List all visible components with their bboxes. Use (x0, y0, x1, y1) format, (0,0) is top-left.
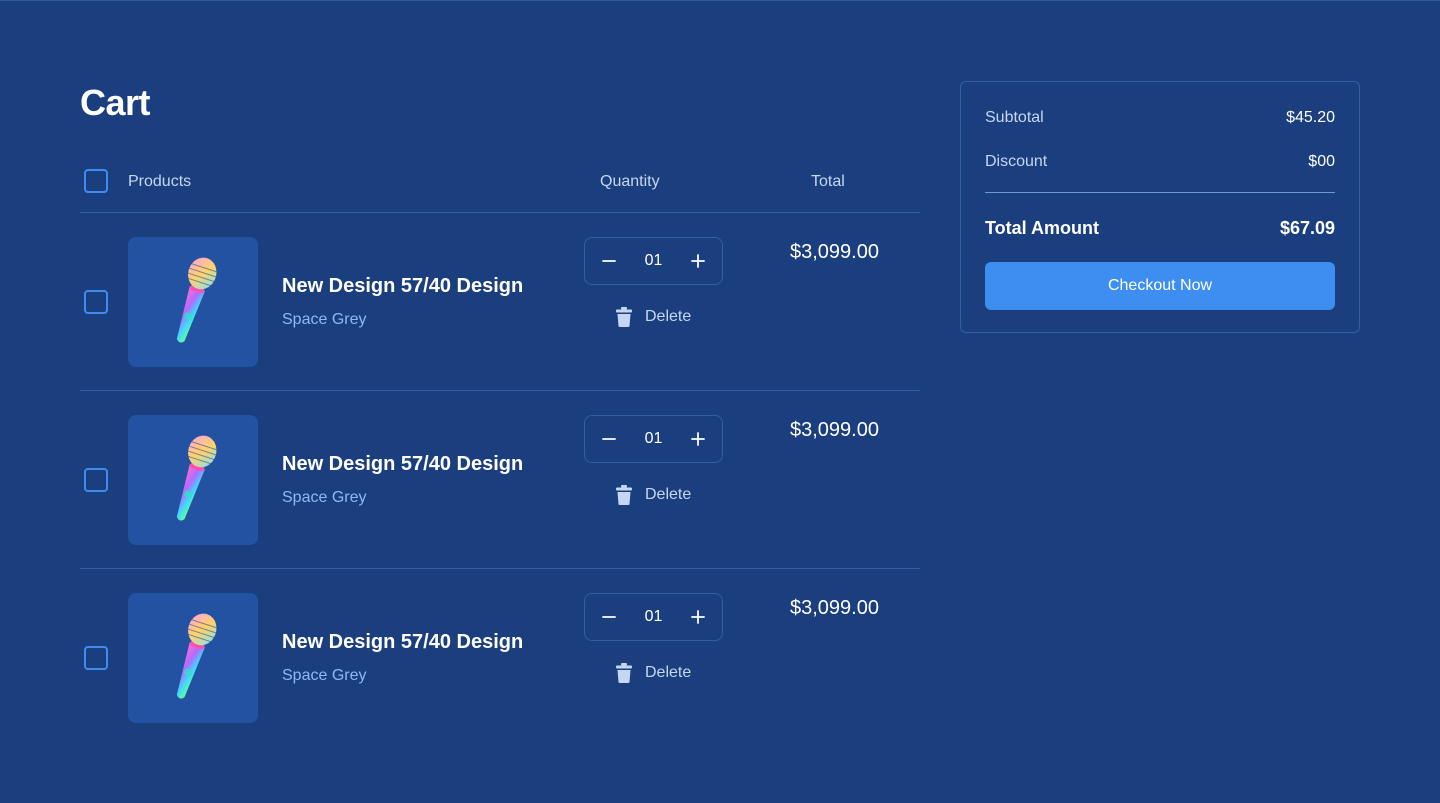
page-title: Cart (80, 82, 151, 123)
header-products: Products (128, 173, 192, 190)
product-name: New Design 57/40 Design (282, 275, 524, 297)
quantity-value[interactable]: 01 (645, 251, 663, 271)
total-amount-row: Total Amount $67.09 (985, 216, 1335, 240)
item-checkbox[interactable] (84, 290, 108, 314)
item-total: $3,099.00 (790, 597, 879, 619)
cart-table: Products Quantity Total New Design 57/40… (80, 155, 920, 747)
delete-label: Delete (645, 308, 692, 325)
minus-icon (602, 616, 616, 618)
delete-button[interactable]: Delete (615, 305, 691, 329)
quantity-stepper: 01 (584, 415, 723, 463)
table-header: Products Quantity Total (80, 155, 920, 213)
total-amount-label: Total Amount (985, 218, 1099, 238)
delete-button[interactable]: Delete (615, 661, 691, 685)
quantity-stepper: 01 (584, 237, 723, 285)
increase-quantity-button[interactable] (688, 429, 708, 449)
minus-icon (602, 438, 616, 440)
header-total: Total (811, 173, 845, 190)
product-image (128, 593, 258, 723)
cart-page: Cart Products Quantity Total New Design … (0, 0, 1440, 803)
decrease-quantity-button[interactable] (599, 429, 619, 449)
item-checkbox[interactable] (84, 646, 108, 670)
plus-icon (691, 432, 705, 446)
total-amount-value: $67.09 (1279, 218, 1335, 238)
quantity-value[interactable]: 01 (645, 429, 663, 449)
subtotal-value: $45.20 (1286, 109, 1335, 126)
discount-row: Discount $00 (985, 152, 1335, 172)
microphone-icon (176, 435, 217, 521)
product-name: New Design 57/40 Design (282, 631, 524, 653)
product-variant: Space Grey (282, 489, 367, 506)
product-variant: Space Grey (282, 667, 367, 684)
product-name: New Design 57/40 Design (282, 453, 524, 475)
microphone-icon (176, 613, 217, 699)
increase-quantity-button[interactable] (688, 251, 708, 271)
discount-label: Discount (985, 153, 1048, 170)
cart-item-row: New Design 57/40 Design Space Grey 01 De… (80, 569, 920, 747)
item-checkbox[interactable] (84, 468, 108, 492)
checkout-button[interactable]: Checkout Now (985, 262, 1335, 310)
microphone-icon (176, 257, 217, 343)
header-quantity: Quantity (600, 173, 660, 190)
cart-item-row: New Design 57/40 Design Space Grey 01 De… (80, 391, 920, 569)
delete-label: Delete (645, 486, 692, 503)
subtotal-row: Subtotal $45.20 (985, 108, 1335, 128)
plus-icon (691, 254, 705, 268)
delete-button[interactable]: Delete (615, 483, 691, 507)
decrease-quantity-button[interactable] (599, 251, 619, 271)
cart-item-row: New Design 57/40 Design Space Grey 01 De… (80, 213, 920, 391)
trash-icon (616, 485, 632, 505)
quantity-value[interactable]: 01 (645, 607, 663, 627)
item-total: $3,099.00 (790, 419, 879, 441)
select-all-checkbox[interactable] (84, 169, 108, 193)
minus-icon (602, 260, 616, 262)
delete-label: Delete (645, 664, 692, 681)
product-image (128, 415, 258, 545)
trash-icon (616, 307, 632, 327)
product-variant: Space Grey (282, 311, 367, 328)
item-total: $3,099.00 (790, 241, 879, 263)
summary-divider (985, 192, 1335, 193)
trash-icon (616, 663, 632, 683)
plus-icon (691, 610, 705, 624)
subtotal-label: Subtotal (985, 109, 1044, 126)
product-image (128, 237, 258, 367)
discount-value: $00 (1308, 153, 1335, 170)
increase-quantity-button[interactable] (688, 607, 708, 627)
quantity-stepper: 01 (584, 593, 723, 641)
decrease-quantity-button[interactable] (599, 607, 619, 627)
order-summary-panel: Subtotal $45.20 Discount $00 Total Amoun… (960, 81, 1360, 333)
